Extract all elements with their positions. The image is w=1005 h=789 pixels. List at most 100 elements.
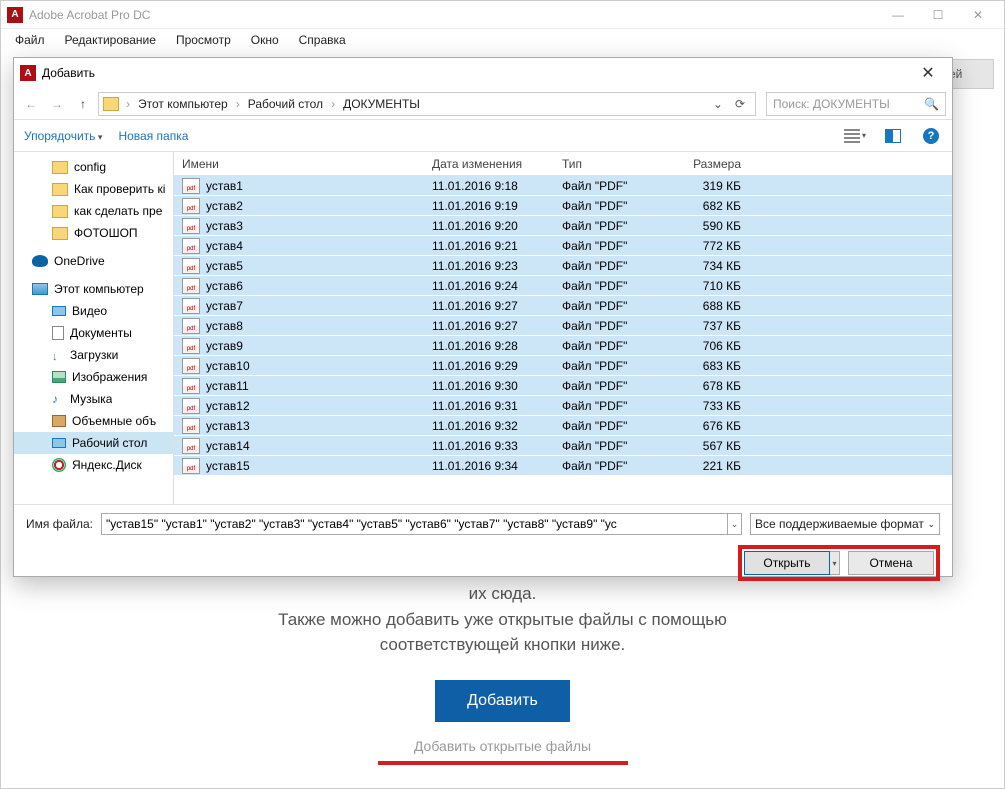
new-folder-button[interactable]: Новая папка: [118, 129, 188, 143]
file-size: 319 КБ: [669, 179, 749, 193]
filename-input[interactable]: [101, 513, 728, 535]
file-row[interactable]: устав811.01.2016 9:27Файл "PDF"737 КБ: [174, 316, 952, 336]
search-input[interactable]: Поиск: ДОКУМЕНТЫ 🔍: [766, 92, 946, 116]
tree-item-downloads[interactable]: Загрузки: [14, 344, 173, 366]
organize-button[interactable]: Упорядочить: [24, 129, 102, 143]
crumb-folder[interactable]: ДОКУМЕНТЫ: [339, 97, 424, 111]
menu-view[interactable]: Просмотр: [168, 31, 239, 49]
file-row[interactable]: устав311.01.2016 9:20Файл "PDF"590 КБ: [174, 216, 952, 236]
file-row[interactable]: устав211.01.2016 9:19Файл "PDF"682 КБ: [174, 196, 952, 216]
file-row[interactable]: устав711.01.2016 9:27Файл "PDF"688 КБ: [174, 296, 952, 316]
file-name: устав8: [206, 319, 243, 333]
open-dropdown[interactable]: ▾: [830, 551, 840, 575]
file-date: 11.01.2016 9:24: [424, 279, 554, 293]
col-header-name[interactable]: Имени: [174, 157, 424, 171]
folder-icon: [103, 97, 119, 111]
nav-back-button[interactable]: ←: [20, 93, 42, 115]
file-name: устав10: [206, 359, 250, 373]
menu-window[interactable]: Окно: [243, 31, 287, 49]
chevron-right-icon: ›: [124, 97, 132, 111]
file-list-header: Имени Дата изменения Тип Размера: [174, 152, 952, 176]
file-size: 710 КБ: [669, 279, 749, 293]
filetype-filter[interactable]: Все поддерживаемые формат⌄: [750, 513, 940, 535]
help-button[interactable]: ?: [920, 125, 942, 147]
file-date: 11.01.2016 9:21: [424, 239, 554, 253]
nav-up-button[interactable]: ↑: [72, 93, 94, 115]
nav-forward-button[interactable]: →: [46, 93, 68, 115]
file-row[interactable]: устав411.01.2016 9:21Файл "PDF"772 КБ: [174, 236, 952, 256]
file-row[interactable]: устав1411.01.2016 9:33Файл "PDF"567 КБ: [174, 436, 952, 456]
tree-item-3d[interactable]: Объемные объ: [14, 410, 173, 432]
file-date: 11.01.2016 9:27: [424, 319, 554, 333]
file-list[interactable]: Имени Дата изменения Тип Размера устав11…: [174, 152, 952, 504]
tree-item-folder[interactable]: как сделать пре: [14, 200, 173, 222]
breadcrumb[interactable]: › Этот компьютер › Рабочий стол › ДОКУМЕ…: [98, 92, 756, 116]
pictures-icon: [52, 371, 66, 383]
file-date: 11.01.2016 9:18: [424, 179, 554, 193]
file-row[interactable]: устав1011.01.2016 9:29Файл "PDF"683 КБ: [174, 356, 952, 376]
file-row[interactable]: устав1511.01.2016 9:34Файл "PDF"221 КБ: [174, 456, 952, 476]
tree-item-documents[interactable]: Документы: [14, 322, 173, 344]
tree-item-pictures[interactable]: Изображения: [14, 366, 173, 388]
col-header-date[interactable]: Дата изменения: [424, 157, 554, 171]
tree-item-this-pc[interactable]: Этот компьютер: [14, 278, 173, 300]
file-name: устав4: [206, 239, 243, 253]
file-date: 11.01.2016 9:20: [424, 219, 554, 233]
close-button[interactable]: ✕: [958, 1, 998, 29]
tree-item-folder[interactable]: config: [14, 156, 173, 178]
crumb-pc[interactable]: Этот компьютер: [134, 97, 232, 111]
tree-item-videos[interactable]: Видео: [14, 300, 173, 322]
tree-item-folder[interactable]: ФОТОШОП: [14, 222, 173, 244]
col-header-type[interactable]: Тип: [554, 157, 669, 171]
list-icon: [844, 129, 860, 143]
crumb-desktop[interactable]: Рабочий стол: [244, 97, 327, 111]
filename-dropdown[interactable]: ⌄: [728, 513, 742, 535]
col-header-size[interactable]: Размера: [669, 157, 749, 171]
tree-item-onedrive[interactable]: OneDrive: [14, 250, 173, 272]
dialog-title: Добавить: [42, 66, 95, 80]
view-mode-button[interactable]: ▾: [844, 125, 866, 147]
refresh-button[interactable]: ⟳: [729, 97, 751, 111]
tree-item-folder[interactable]: Как проверить кі: [14, 178, 173, 200]
tree-item-music[interactable]: ♪Музыка: [14, 388, 173, 410]
maximize-button[interactable]: ☐: [918, 1, 958, 29]
file-date: 11.01.2016 9:31: [424, 399, 554, 413]
file-row[interactable]: устав911.01.2016 9:28Файл "PDF"706 КБ: [174, 336, 952, 356]
file-row[interactable]: устав611.01.2016 9:24Файл "PDF"710 КБ: [174, 276, 952, 296]
file-row[interactable]: устав1311.01.2016 9:32Файл "PDF"676 КБ: [174, 416, 952, 436]
tree-item-desktop[interactable]: Рабочий стол: [14, 432, 173, 454]
menu-file[interactable]: Файл: [7, 31, 53, 49]
file-row[interactable]: устав1211.01.2016 9:31Файл "PDF"733 КБ: [174, 396, 952, 416]
file-name: устав2: [206, 199, 243, 213]
folder-tree[interactable]: config Как проверить кі как сделать пре …: [14, 152, 174, 504]
minimize-button[interactable]: —: [878, 1, 918, 29]
file-type: Файл "PDF": [554, 339, 669, 353]
dialog-close-button[interactable]: ✕: [910, 58, 946, 88]
file-size: 706 КБ: [669, 339, 749, 353]
file-type: Файл "PDF": [554, 219, 669, 233]
bg-text-line2: соответствующей кнопки ниже.: [1, 632, 1004, 658]
file-type: Файл "PDF": [554, 279, 669, 293]
tree-item-yandex[interactable]: Яндекс.Диск: [14, 454, 173, 476]
file-name: устав11: [206, 379, 249, 393]
add-button[interactable]: Добавить: [435, 680, 570, 722]
pdf-icon: [182, 278, 200, 294]
pdf-icon: [182, 358, 200, 374]
menu-edit[interactable]: Редактирование: [57, 31, 164, 49]
pdf-icon: [182, 398, 200, 414]
pane-icon: [885, 129, 901, 143]
cancel-button[interactable]: Отмена: [848, 551, 934, 575]
pdf-icon: [182, 218, 200, 234]
file-row[interactable]: устав1111.01.2016 9:30Файл "PDF"678 КБ: [174, 376, 952, 396]
preview-pane-button[interactable]: [882, 125, 904, 147]
chevron-right-icon: ›: [329, 97, 337, 111]
add-open-files-link[interactable]: Добавить открытые файлы: [1, 736, 1004, 757]
desktop-icon: [52, 438, 66, 448]
file-row[interactable]: устав511.01.2016 9:23Файл "PDF"734 КБ: [174, 256, 952, 276]
file-row[interactable]: устав111.01.2016 9:18Файл "PDF"319 КБ: [174, 176, 952, 196]
menu-help[interactable]: Справка: [291, 31, 354, 49]
file-size: 682 КБ: [669, 199, 749, 213]
open-button[interactable]: Открыть: [744, 551, 830, 575]
path-dropdown-icon[interactable]: ⌄: [709, 97, 727, 111]
file-size: 737 КБ: [669, 319, 749, 333]
